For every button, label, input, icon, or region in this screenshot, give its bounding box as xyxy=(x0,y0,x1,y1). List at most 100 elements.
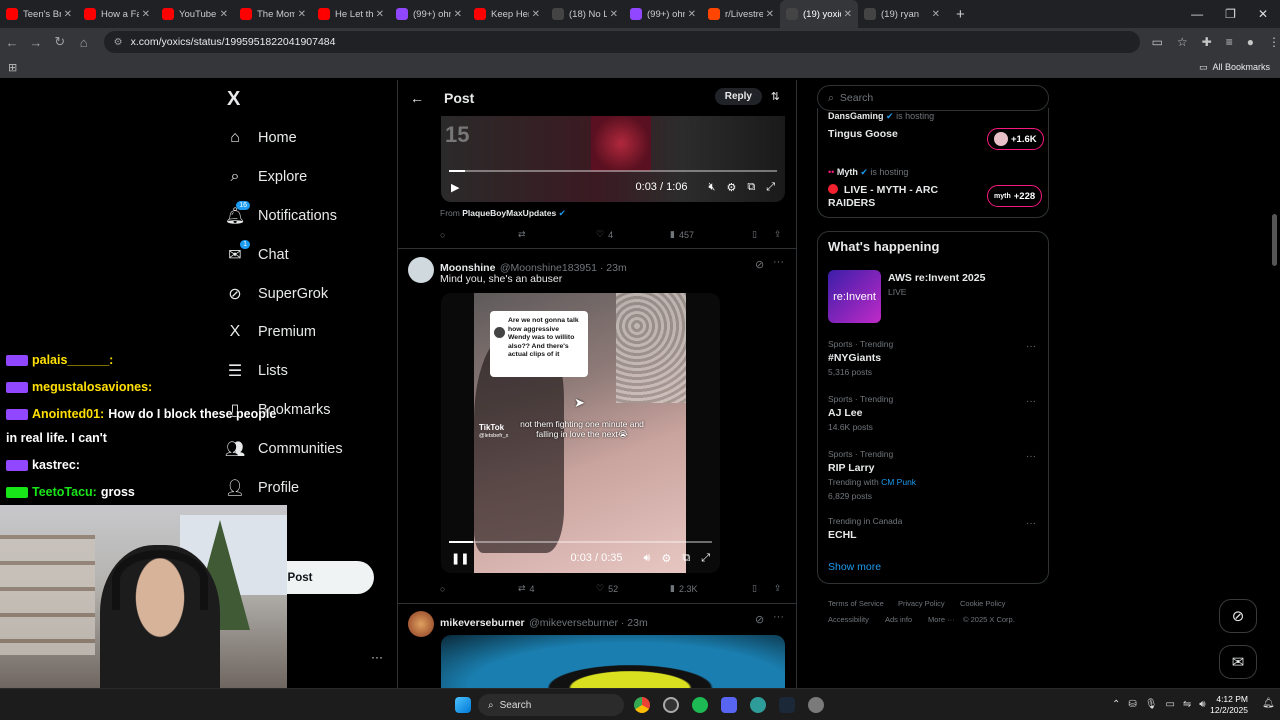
grok-float-button[interactable]: ⊘ xyxy=(1219,599,1257,633)
settings-icon[interactable]: ⚙ xyxy=(726,181,736,194)
pip-icon[interactable]: ⧉ xyxy=(747,181,755,194)
browser-tab[interactable]: Teen's Bridge✕ xyxy=(0,0,78,28)
url-field[interactable]: ⚙ x.com/yoxics/status/199595182204190748… xyxy=(103,31,1140,53)
avatar[interactable] xyxy=(408,611,434,637)
minimize-icon[interactable]: — xyxy=(1191,7,1203,21)
share-action[interactable]: ⇪ xyxy=(774,583,782,594)
browser-tab[interactable]: (99+) ohne✕ xyxy=(390,0,468,28)
back-icon[interactable]: ← xyxy=(0,35,24,50)
menu-icon[interactable]: ⋮ xyxy=(1268,35,1280,49)
messages-float-button[interactable]: ✉ xyxy=(1219,645,1257,679)
new-tab-button[interactable]: + xyxy=(946,6,975,23)
grok-icon[interactable]: ⊘ xyxy=(755,613,764,626)
more-icon[interactable]: ··· xyxy=(773,611,784,623)
sidebar-item-profile[interactable]: 👤︎ Profile xyxy=(225,474,299,502)
author-name[interactable]: mikeverseburner xyxy=(440,617,525,629)
bookmark-action[interactable]: ▯ xyxy=(752,583,774,594)
pause-icon[interactable]: ❚❚ xyxy=(451,552,469,565)
more-icon[interactable]: ··· xyxy=(1026,396,1036,407)
sidebar-item-lists[interactable]: ☰ Lists xyxy=(226,357,288,385)
obs-icon[interactable] xyxy=(663,697,679,713)
live-title-1[interactable]: Tingus Goose xyxy=(828,128,898,140)
home-browser-icon[interactable]: ⌂ xyxy=(72,35,96,50)
event-thumbnail[interactable]: re:Invent xyxy=(828,270,881,323)
more-icon[interactable]: ··· xyxy=(1026,451,1036,462)
settings-icon[interactable] xyxy=(808,697,824,713)
browser-tab[interactable]: (18) No Lie✕ xyxy=(546,0,624,28)
reply-action[interactable]: ○ xyxy=(440,584,518,594)
like-action[interactable]: ♡ 4 xyxy=(596,229,670,240)
forward-icon[interactable]: → xyxy=(24,35,48,50)
tweet-3-media[interactable] xyxy=(441,635,785,688)
tab-close-icon[interactable]: ✕ xyxy=(844,9,852,20)
app-icon[interactable] xyxy=(750,697,766,713)
sidebar-item-premium[interactable]: X Premium xyxy=(226,318,316,346)
reading-list-icon[interactable]: ≡ xyxy=(1226,35,1233,49)
grok-icon[interactable]: ⊘ xyxy=(755,258,764,271)
chat-username[interactable]: TeetoTacu: xyxy=(32,485,97,499)
taskbar-search[interactable]: ⌕ Search xyxy=(478,694,624,716)
x-logo[interactable]: X xyxy=(227,88,240,111)
browser-tab[interactable]: He Let the I✕ xyxy=(312,0,390,28)
live-pill-1[interactable]: +1.6K xyxy=(987,128,1044,150)
tab-close-icon[interactable]: ✕ xyxy=(142,9,150,20)
apps-grid-icon[interactable]: ⊞ xyxy=(8,61,17,74)
chrome-icon[interactable] xyxy=(634,697,650,713)
close-window-icon[interactable]: ✕ xyxy=(1258,7,1268,21)
trend-name[interactable]: AJ Lee xyxy=(828,407,862,419)
browser-tab[interactable]: YouTube ✕ xyxy=(156,0,234,28)
chat-username[interactable]: megustalosaviones: xyxy=(32,380,152,394)
chat-username[interactable]: kastrec: xyxy=(32,458,80,472)
more-icon[interactable]: ··· xyxy=(1026,518,1036,529)
browser-tab[interactable]: The Moment✕ xyxy=(234,0,312,28)
tab-close-icon[interactable]: ✕ xyxy=(688,9,696,20)
steam-icon[interactable] xyxy=(779,697,795,713)
back-arrow-icon[interactable]: ← xyxy=(410,90,424,106)
mute-icon[interactable]: 🔇︎ xyxy=(709,181,716,194)
footer-link[interactable]: More ··· xyxy=(928,615,955,624)
live-pill-2[interactable]: myth +228 xyxy=(987,185,1043,207)
like-action[interactable]: ♡ 52 xyxy=(596,583,670,594)
tab-close-icon[interactable]: ✕ xyxy=(932,9,940,20)
more-icon[interactable]: ··· xyxy=(773,256,784,268)
chat-username[interactable]: palais______: xyxy=(32,353,113,367)
spotify-icon[interactable] xyxy=(692,697,708,713)
video-source[interactable]: PlaqueBoyMaxUpdates xyxy=(462,208,556,218)
sidebar-item-notifications[interactable]: 🔔︎ 16 Notifications xyxy=(225,201,337,230)
maximize-icon[interactable]: ❐ xyxy=(1225,7,1236,21)
profile-browser-icon[interactable]: ● xyxy=(1247,35,1254,49)
browser-tab[interactable]: (19) ryan ✕ xyxy=(858,0,946,28)
host-name[interactable]: DansGaming xyxy=(828,111,884,121)
event-title[interactable]: AWS re:Invent 2025 xyxy=(888,272,985,284)
video-player-1[interactable]: 15 ▶ 0:03 / 1:06 🔇︎ ⚙ ⧉ ⤢ xyxy=(441,116,785,202)
volume-icon[interactable]: 🔊︎ xyxy=(644,552,651,565)
start-icon[interactable] xyxy=(455,697,471,713)
reply-action[interactable]: ○ xyxy=(440,230,518,240)
tab-close-icon[interactable]: ✕ xyxy=(766,9,774,20)
repost-action[interactable]: ⇄ xyxy=(518,229,596,240)
play-icon[interactable]: ▶ xyxy=(451,181,459,194)
tab-close-icon[interactable]: ✕ xyxy=(64,9,72,20)
browser-tab[interactable]: How a Family✕ xyxy=(78,0,156,28)
tray-icons[interactable]: ⌃⛁🎙︎▭⇋🔊︎ xyxy=(1112,699,1214,710)
footer-link[interactable]: Privacy Policy xyxy=(898,599,945,608)
footer-link[interactable]: Terms of Service xyxy=(828,599,884,608)
views-action[interactable]: ▮ 2.3K xyxy=(670,583,752,594)
bookmark-action[interactable]: ▯ xyxy=(752,229,774,240)
notification-bell-icon[interactable]: 🔔︎ xyxy=(1262,698,1275,709)
sidebar-item-communities[interactable]: 👥︎ Communities xyxy=(225,435,343,463)
settings-icon[interactable]: ⚙ xyxy=(661,552,671,565)
browser-tab[interactable]: (19) yoxic o✕ xyxy=(780,0,858,28)
footer-link[interactable]: Cookie Policy xyxy=(960,599,1005,608)
views-action[interactable]: ▮ 457 xyxy=(670,229,752,240)
share-action[interactable]: ⇪ xyxy=(774,229,782,240)
browser-tab[interactable]: (99+) ohne s✕ xyxy=(624,0,702,28)
tab-close-icon[interactable]: ✕ xyxy=(454,9,462,20)
video-player-2[interactable]: Are we not gonna talk how aggressive Wen… xyxy=(441,293,720,573)
trend-name[interactable]: ECHL xyxy=(828,529,857,541)
repost-action[interactable]: ⇄ 4 xyxy=(518,583,596,594)
account-more-icon[interactable]: ··· xyxy=(371,650,383,664)
reload-icon[interactable]: ↻ xyxy=(48,34,72,50)
filter-icon[interactable]: ⇅ xyxy=(771,90,780,103)
star-icon[interactable]: ☆ xyxy=(1177,35,1188,49)
